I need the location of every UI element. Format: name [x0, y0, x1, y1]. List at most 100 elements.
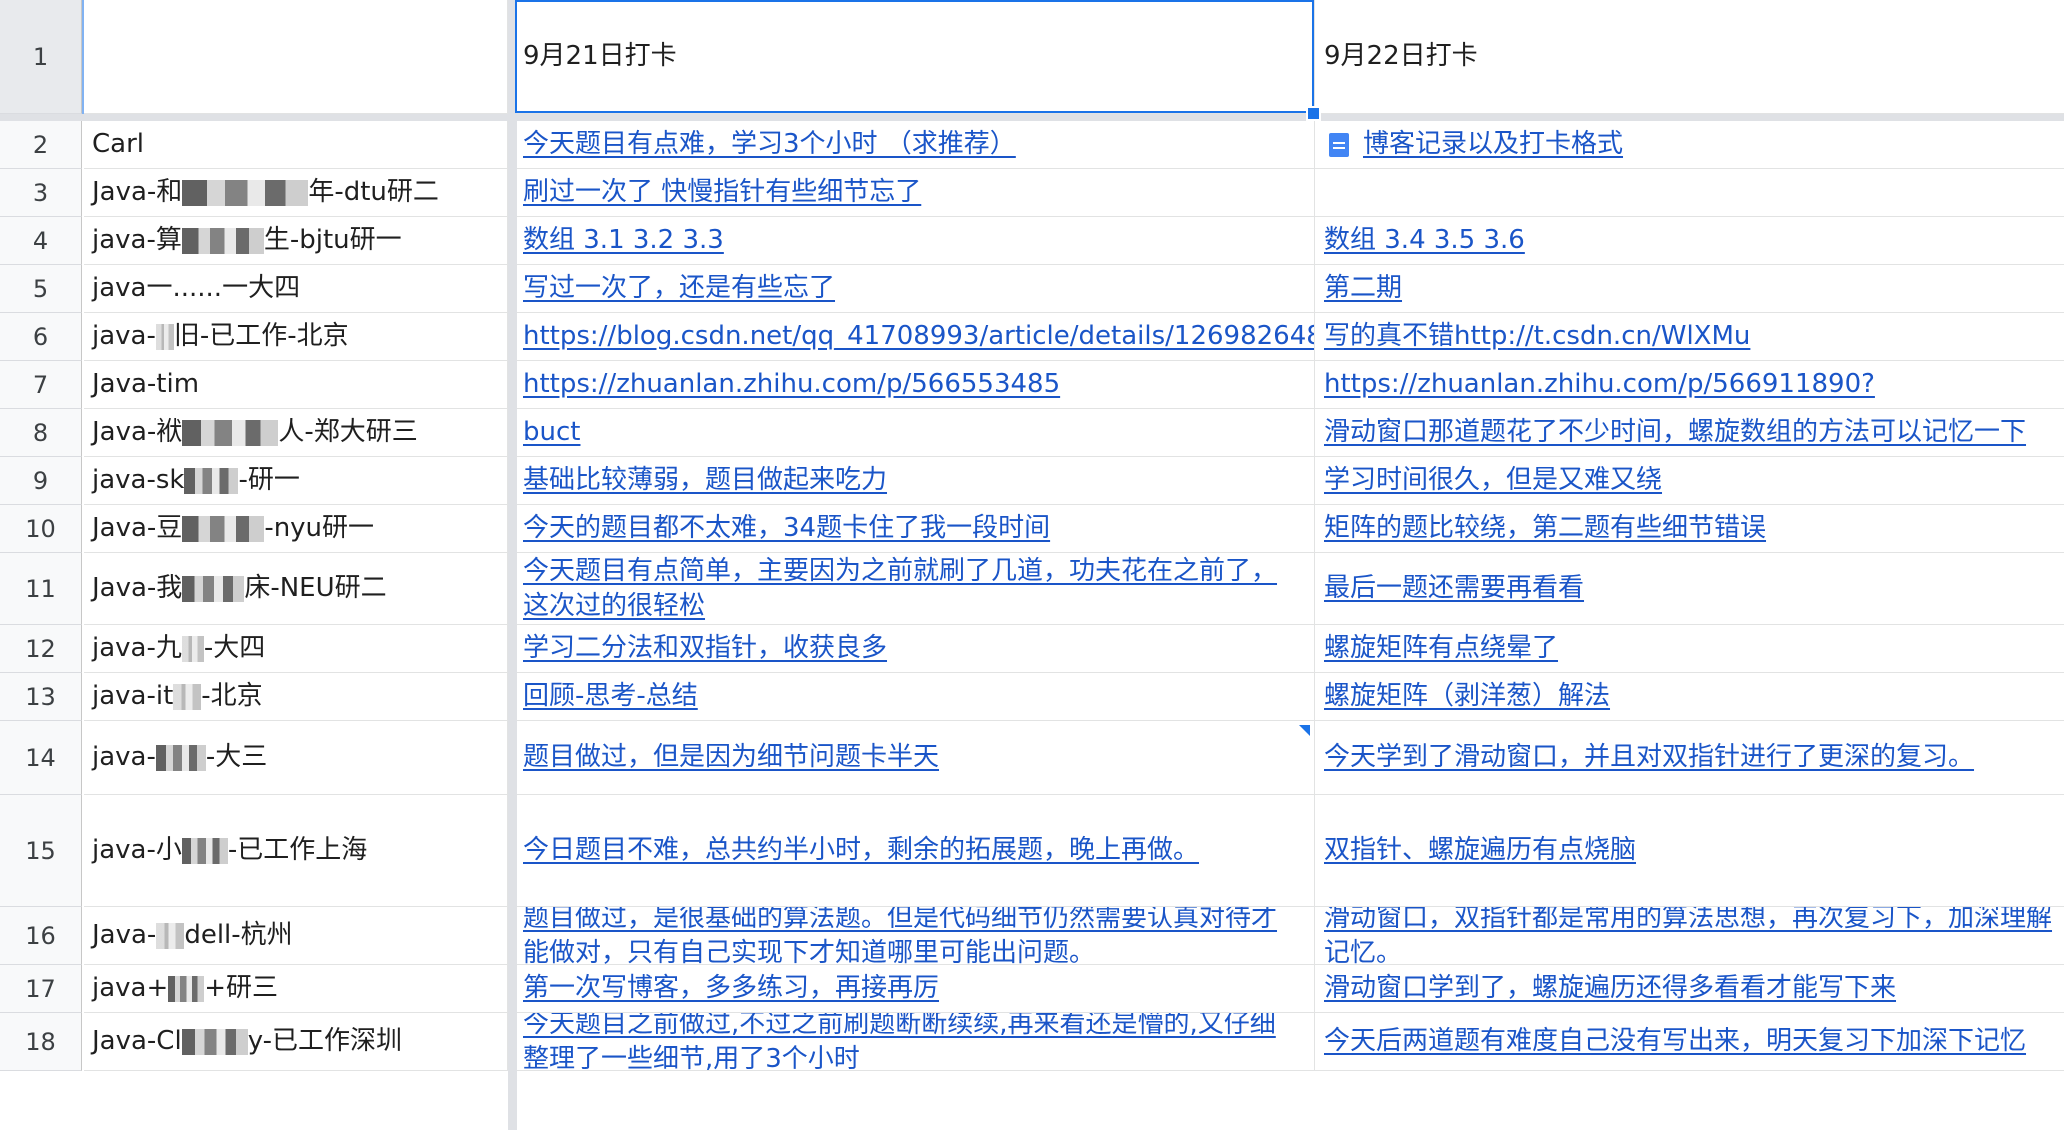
checkin-link-sep22[interactable]: 螺旋矩阵（剥洋葱）解法 [1324, 679, 1610, 714]
header-cell-date-sep21[interactable]: 9月21日打卡 [517, 0, 1315, 114]
name-cell[interactable]: java-it -北京 [84, 673, 508, 721]
row-header[interactable]: 10 [0, 505, 82, 553]
checkin-cell-sep21[interactable]: 题目做过，但是因为细节问题卡半天 [517, 721, 1315, 795]
row-header[interactable]: 11 [0, 553, 82, 625]
checkin-cell-sep22[interactable]: 最后一题还需要再看看 [1315, 553, 2064, 625]
checkin-link-sep21[interactable]: https://blog.csdn.net/qq_41708993/articl… [523, 319, 1314, 354]
checkin-link-sep21[interactable]: 基础比较薄弱，题目做起来吃力 [523, 463, 887, 498]
checkin-link-sep21[interactable]: 今天的题目都不太难，34题卡住了我一段时间 [523, 511, 1050, 546]
name-cell[interactable]: java- -大三 [84, 721, 508, 795]
name-cell[interactable]: Java-豆 -nyu研一 [84, 505, 508, 553]
checkin-cell-sep21[interactable]: 今天的题目都不太难，34题卡住了我一段时间 [517, 505, 1315, 553]
checkin-link-sep22[interactable]: 滑动窗口那道题花了不少时间，螺旋数组的方法可以记忆一下 [1324, 415, 2026, 450]
checkin-cell-sep21[interactable]: 刷过一次了 快慢指针有些细节忘了 [517, 169, 1315, 217]
comment-indicator-icon[interactable] [1299, 725, 1310, 736]
row-header[interactable]: 18 [0, 1013, 82, 1071]
checkin-link-sep21[interactable]: https://zhuanlan.zhihu.com/p/566553485 [523, 367, 1060, 402]
checkin-link-sep22[interactable]: 今天后两道题有难度自己没有写出来，明天复习下加深下记忆 [1324, 1024, 2026, 1059]
name-cell[interactable]: Java-和 年-dtu研二 [84, 169, 508, 217]
checkin-cell-sep21[interactable]: 写过一次了，还是有些忘了 [517, 265, 1315, 313]
checkin-cell-sep21[interactable]: 回顾-思考-总结 [517, 673, 1315, 721]
checkin-cell-sep21[interactable]: 学习二分法和双指针，收获良多 [517, 625, 1315, 673]
row-header[interactable]: 14 [0, 721, 82, 795]
checkin-link-sep21[interactable]: 今天题目之前做过,不过之前刷题断断续续,再来看还是懵的,又仔细整理了一些细节,用… [523, 1013, 1300, 1070]
checkin-cell-sep22[interactable]: 螺旋矩阵（剥洋葱）解法 [1315, 673, 2064, 721]
checkin-cell-sep22[interactable]: 写的真不错http://t.csdn.cn/WlXMu [1315, 313, 2064, 361]
row-header-1[interactable]: 1 [0, 0, 82, 114]
checkin-cell-sep21[interactable]: 今日题目不难，总共约半小时，剩余的拓展题，晚上再做。 [517, 795, 1315, 907]
checkin-cell-sep22[interactable]: 今天后两道题有难度自己没有写出来，明天复习下加深下记忆 [1315, 1013, 2064, 1071]
row-header[interactable]: 5 [0, 265, 82, 313]
checkin-link-sep21[interactable]: buct [523, 415, 580, 450]
checkin-link-sep21[interactable]: 今日题目不难，总共约半小时，剩余的拓展题，晚上再做。 [523, 833, 1199, 868]
name-cell[interactable]: java-小 -已工作上海 [84, 795, 508, 907]
checkin-cell-sep22[interactable]: 数组 3.4 3.5 3.6 [1315, 217, 2064, 265]
checkin-link-sep22[interactable]: 滑动窗口，双指针都是常用的算法思想，再次复习下，加深理解记忆。 [1324, 907, 2064, 964]
name-cell[interactable]: Java-Cl y-已工作深圳 [84, 1013, 508, 1071]
name-cell[interactable]: Java-袱 人-郑大研三 [84, 409, 508, 457]
frozen-row-divider[interactable] [0, 114, 2064, 121]
checkin-cell-sep22[interactable] [1315, 169, 2064, 217]
checkin-cell-sep22[interactable]: https://zhuanlan.zhihu.com/p/566911890? [1315, 361, 2064, 409]
checkin-cell-sep22[interactable]: 滑动窗口那道题花了不少时间，螺旋数组的方法可以记忆一下 [1315, 409, 2064, 457]
name-cell[interactable]: java一......一大四 [84, 265, 508, 313]
row-header[interactable]: 8 [0, 409, 82, 457]
checkin-cell-sep22[interactable]: 螺旋矩阵有点绕晕了 [1315, 625, 2064, 673]
checkin-cell-sep22[interactable]: 滑动窗口学到了，螺旋遍历还得多看看才能写下来 [1315, 965, 2064, 1013]
checkin-link-sep21[interactable]: 第一次写博客，多多练习，再接再厉 [523, 971, 939, 1006]
checkin-link-sep21[interactable]: 回顾-思考-总结 [523, 679, 698, 714]
checkin-cell-sep21[interactable]: 基础比较薄弱，题目做起来吃力 [517, 457, 1315, 505]
checkin-link-sep22[interactable]: 学习时间很久，但是又难又绕 [1324, 463, 1662, 498]
row-header[interactable]: 16 [0, 907, 82, 965]
checkin-cell-sep22[interactable]: 双指针、螺旋遍历有点烧脑 [1315, 795, 2064, 907]
checkin-link-sep22[interactable]: 最后一题还需要再看看 [1324, 571, 1584, 606]
checkin-cell-sep21[interactable]: https://blog.csdn.net/qq_41708993/articl… [517, 313, 1315, 361]
row-header[interactable]: 7 [0, 361, 82, 409]
name-cell[interactable]: java-算 生-bjtu研一 [84, 217, 508, 265]
checkin-link-sep22[interactable]: 滑动窗口学到了，螺旋遍历还得多看看才能写下来 [1324, 971, 1896, 1006]
name-cell[interactable]: java-sk -研一 [84, 457, 508, 505]
checkin-cell-sep21[interactable]: 今天题目有点难，学习3个小时 （求推荐） [517, 121, 1315, 169]
row-header[interactable]: 2 [0, 121, 82, 169]
checkin-link-sep22[interactable]: 今天学到了滑动窗口，并且对双指针进行了更深的复习。 [1324, 740, 1974, 775]
checkin-link-sep22[interactable]: 双指针、螺旋遍历有点烧脑 [1324, 833, 1636, 868]
checkin-link-sep22[interactable]: https://zhuanlan.zhihu.com/p/566911890? [1324, 367, 1875, 402]
row-header[interactable]: 12 [0, 625, 82, 673]
name-cell[interactable]: Carl [84, 121, 508, 169]
row-header[interactable]: 4 [0, 217, 82, 265]
row-header[interactable]: 9 [0, 457, 82, 505]
name-cell[interactable]: Java-dell-杭州 [84, 907, 508, 965]
checkin-cell-sep21[interactable]: 今天题目之前做过,不过之前刷题断断续续,再来看还是懵的,又仔细整理了一些细节,用… [517, 1013, 1315, 1071]
checkin-cell-sep21[interactable]: 今天题目有点简单，主要因为之前就刷了几道，功夫花在之前了，这次过的很轻松 [517, 553, 1315, 625]
checkin-link-sep21[interactable]: 数组 3.1 3.2 3.3 [523, 223, 724, 258]
checkin-link-sep21[interactable]: 今天题目有点简单，主要因为之前就刷了几道，功夫花在之前了，这次过的很轻松 [523, 554, 1300, 624]
checkin-cell-sep21[interactable]: buct [517, 409, 1315, 457]
checkin-link-sep22[interactable]: 博客记录以及打卡格式 [1363, 127, 1623, 162]
checkin-cell-sep22[interactable]: 博客记录以及打卡格式 [1315, 121, 2064, 169]
checkin-link-sep22[interactable]: 螺旋矩阵有点绕晕了 [1324, 631, 1558, 666]
checkin-cell-sep21[interactable]: https://zhuanlan.zhihu.com/p/566553485 [517, 361, 1315, 409]
header-cell-a[interactable] [84, 0, 508, 114]
checkin-cell-sep22[interactable]: 第二期 [1315, 265, 2064, 313]
checkin-link-sep21[interactable]: 题目做过，但是因为细节问题卡半天 [523, 740, 939, 775]
checkin-link-sep22[interactable]: 数组 3.4 3.5 3.6 [1324, 223, 1525, 258]
checkin-cell-sep22[interactable]: 学习时间很久，但是又难又绕 [1315, 457, 2064, 505]
checkin-cell-sep22[interactable]: 矩阵的题比较绕，第二题有些细节错误 [1315, 505, 2064, 553]
frozen-column-divider[interactable] [508, 0, 517, 1130]
header-cell-date-sep22[interactable]: 9月22日打卡 [1315, 0, 2064, 114]
row-header[interactable]: 13 [0, 673, 82, 721]
checkin-link-sep22[interactable]: 第二期 [1324, 271, 1402, 306]
row-header[interactable]: 15 [0, 795, 82, 907]
checkin-link-sep21[interactable]: 刷过一次了 快慢指针有些细节忘了 [523, 175, 921, 210]
checkin-cell-sep21[interactable]: 第一次写博客，多多练习，再接再厉 [517, 965, 1315, 1013]
checkin-cell-sep22[interactable]: 滑动窗口，双指针都是常用的算法思想，再次复习下，加深理解记忆。 [1315, 907, 2064, 965]
checkin-cell-sep21[interactable]: 数组 3.1 3.2 3.3 [517, 217, 1315, 265]
checkin-cell-sep22[interactable]: 今天学到了滑动窗口，并且对双指针进行了更深的复习。 [1315, 721, 2064, 795]
name-cell[interactable]: java- 旧-已工作-北京 [84, 313, 508, 361]
row-header[interactable]: 6 [0, 313, 82, 361]
row-header[interactable]: 17 [0, 965, 82, 1013]
checkin-link-sep21[interactable]: 今天题目有点难，学习3个小时 （求推荐） [523, 127, 1016, 162]
checkin-link-sep22[interactable]: 写的真不错http://t.csdn.cn/WlXMu [1324, 319, 1750, 354]
checkin-link-sep21[interactable]: 写过一次了，还是有些忘了 [523, 271, 835, 306]
checkin-link-sep21[interactable]: 学习二分法和双指针，收获良多 [523, 631, 887, 666]
